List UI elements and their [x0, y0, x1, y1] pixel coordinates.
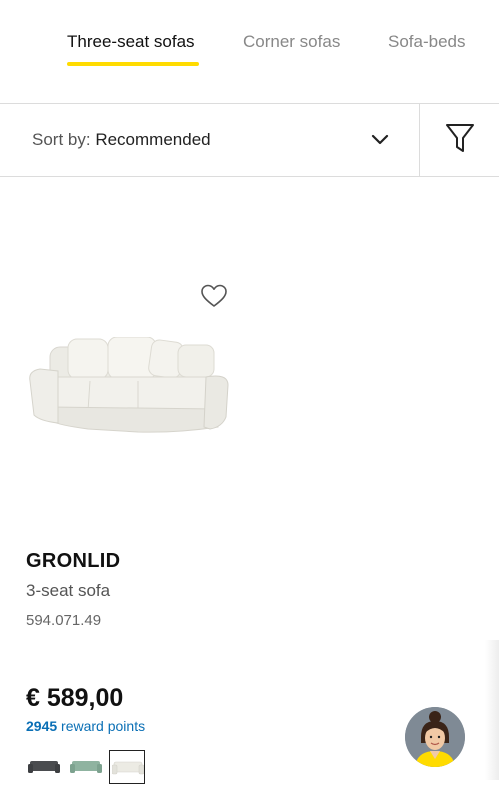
tab-corner-sofas[interactable]: Corner sofas: [243, 32, 340, 52]
sofa-thumbnail-icon: [28, 761, 60, 773]
tab-sofas[interactable]: fas: [0, 32, 1, 52]
sort-value: Recommended: [95, 130, 211, 149]
product-name[interactable]: GRONLID: [26, 550, 120, 573]
edge-shadow: [485, 640, 499, 780]
assistant-avatar-icon: [405, 707, 465, 767]
chevron-down-icon: [371, 134, 389, 145]
product-price: € 589,00: [26, 684, 124, 712]
tab-sofa-beds[interactable]: Sofa-beds: [388, 32, 466, 52]
sofa-thumbnail-icon: [70, 761, 102, 773]
sort-filter-bar: Sort by: Recommended: [0, 104, 499, 176]
product-article-number: 594.071.49: [26, 612, 102, 629]
sofa-thumbnail-icon: [112, 761, 144, 775]
filter-funnel-icon: [446, 124, 474, 152]
reward-points-label: reward points: [61, 718, 146, 734]
product-description: 3-seat sofa: [26, 581, 111, 600]
sort-label: Sort by: Recommended: [32, 130, 211, 150]
reward-points-value: 2945: [26, 718, 58, 734]
color-swatch-white[interactable]: [109, 750, 145, 784]
heart-outline-icon[interactable]: [200, 283, 228, 309]
assistant-avatar-button[interactable]: [405, 707, 465, 767]
sort-dropdown[interactable]: Sort by: Recommended: [0, 104, 419, 176]
active-tab-indicator: [67, 62, 199, 66]
tab-three-seat-sofas[interactable]: Three-seat sofas: [67, 32, 195, 52]
sort-prefix: Sort by:: [32, 130, 91, 149]
category-tabs: fas Three-seat sofas Corner sofas Sofa-b…: [0, 0, 499, 103]
filter-button[interactable]: [420, 104, 499, 176]
product-image[interactable]: [28, 337, 232, 437]
color-swatch-dark-grey[interactable]: [26, 750, 62, 784]
product-card: GRONLID 3-seat sofa 594.071.49 € 589,00 …: [0, 177, 499, 800]
reward-points: 2945 reward points: [26, 718, 145, 734]
color-swatch-light-green[interactable]: [68, 750, 104, 784]
